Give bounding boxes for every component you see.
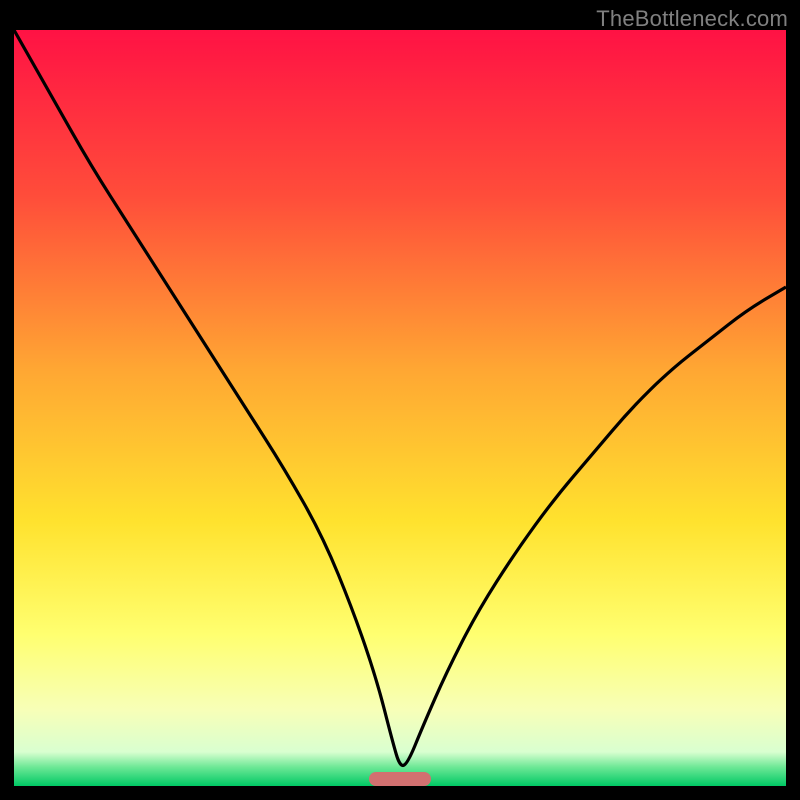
plot-area <box>14 30 786 786</box>
optimal-range-marker <box>369 772 431 786</box>
watermark-text: TheBottleneck.com <box>596 6 788 32</box>
gradient-background <box>14 30 786 786</box>
chart-svg <box>14 30 786 786</box>
chart-container: TheBottleneck.com <box>0 0 800 800</box>
